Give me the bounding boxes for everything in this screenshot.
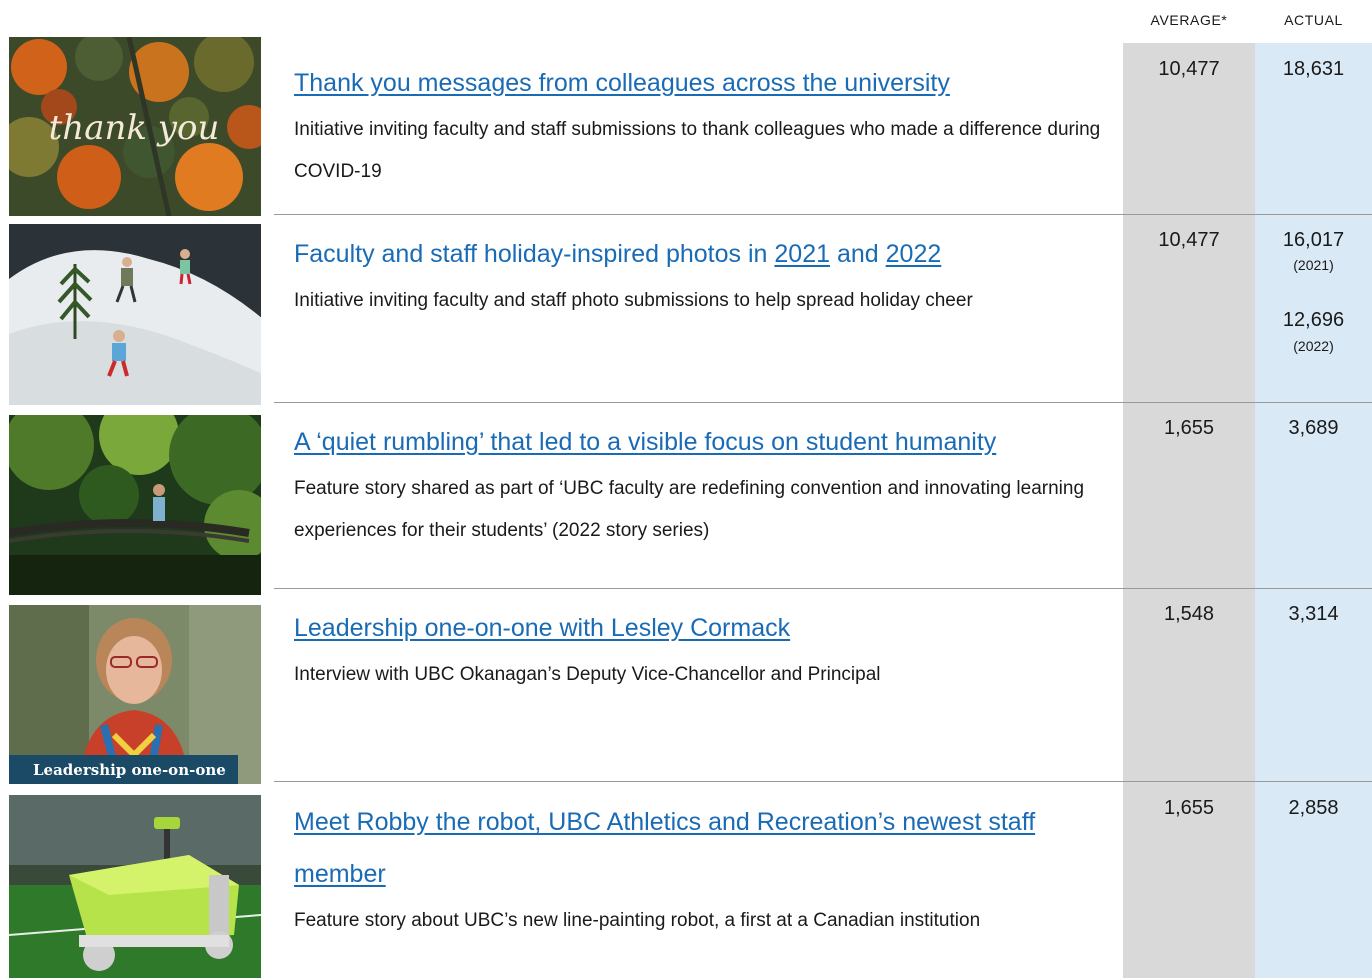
- row-title: A ‘quiet rumbling’ that led to a visible…: [294, 416, 1094, 468]
- average-column-background: [1123, 43, 1255, 978]
- title-link-2021[interactable]: 2021: [774, 240, 830, 268]
- row-title: Thank you messages from colleagues acros…: [294, 57, 1094, 109]
- thumbnail-caption: thank you: [49, 108, 220, 148]
- row-description: Interview with UBC Okanagan’s Deputy Vic…: [294, 664, 881, 685]
- row-divider: [274, 402, 1372, 403]
- title-link-2022[interactable]: 2022: [886, 240, 942, 268]
- average-value: 1,655: [1163, 797, 1215, 819]
- actual-value: 2,858: [1288, 797, 1339, 819]
- title-text: and: [836, 240, 879, 268]
- row-description: Feature story shared as part of ‘UBC fac…: [294, 478, 1085, 541]
- holiday-photo-thumbnail[interactable]: [9, 224, 261, 405]
- average-value: 1,655: [1163, 417, 1215, 439]
- actual-value: 3,314: [1288, 603, 1339, 625]
- average-value: 10,477: [1158, 58, 1220, 80]
- row-description: Feature story about UBC’s new line-paint…: [294, 910, 981, 931]
- actual-column-header: ACTUAL: [1284, 12, 1343, 28]
- row-divider: [274, 588, 1372, 589]
- row-description: Initiative inviting faculty and staff ph…: [294, 290, 973, 311]
- row-title: Meet Robby the robot, UBC Athletics and …: [294, 796, 1074, 900]
- actual-value-2021: 16,017: [1282, 229, 1345, 251]
- row-title: Leadership one-on-one with Lesley Cormac…: [294, 602, 1094, 654]
- title-link[interactable]: Leadership one-on-one with Lesley Cormac…: [294, 614, 790, 642]
- row-divider: [274, 214, 1372, 215]
- actual-column-background: [1255, 43, 1372, 978]
- actual-year-label: (2021): [1293, 257, 1334, 273]
- actual-year-label: (2022): [1293, 338, 1334, 354]
- average-value: 1,548: [1163, 603, 1215, 625]
- title-link[interactable]: Thank you messages from colleagues acros…: [294, 69, 950, 97]
- garden-bridge-thumbnail[interactable]: [9, 415, 261, 595]
- row-title: Faculty and staff holiday-inspired photo…: [294, 228, 1094, 280]
- average-column-header: AVERAGE*: [1150, 12, 1228, 28]
- actual-value-2022: 12,696: [1282, 309, 1345, 331]
- actual-value: 3,689: [1288, 417, 1339, 439]
- row-divider: [274, 781, 1372, 782]
- title-text: Faculty and staff holiday-inspired photo…: [294, 240, 768, 268]
- actual-value: 18,631: [1282, 58, 1345, 80]
- title-link[interactable]: Meet Robby the robot, UBC Athletics and …: [294, 808, 1035, 888]
- robot-thumbnail[interactable]: [9, 795, 261, 978]
- leadership-portrait-thumbnail[interactable]: Leadership one-on-one: [9, 605, 261, 784]
- average-value: 10,477: [1158, 229, 1220, 251]
- thumbnail-badge: Leadership one-on-one: [9, 755, 238, 784]
- thank-you-thumbnail[interactable]: thank you: [9, 37, 261, 216]
- title-link[interactable]: A ‘quiet rumbling’ that led to a visible…: [294, 428, 996, 456]
- row-description: Initiative inviting faculty and staff su…: [294, 119, 1101, 182]
